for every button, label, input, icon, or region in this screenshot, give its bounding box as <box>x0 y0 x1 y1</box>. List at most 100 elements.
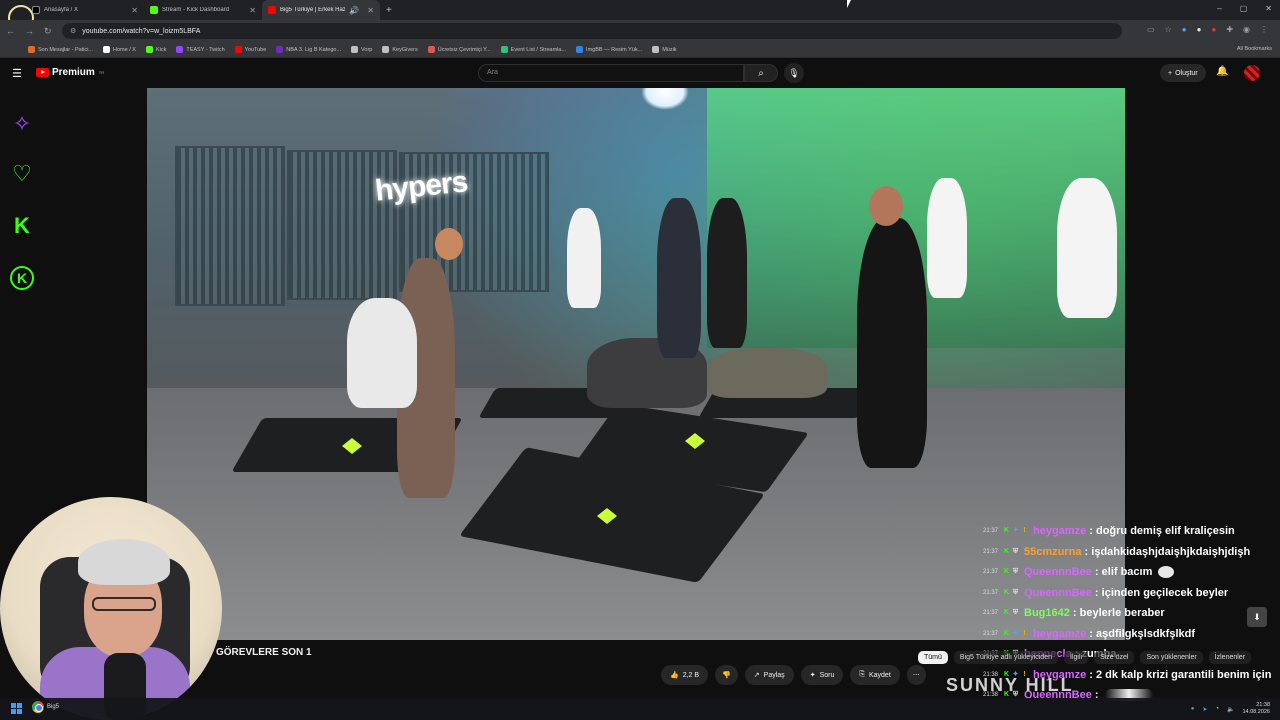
cast-icon[interactable]: ▭ <box>1147 25 1155 34</box>
hamburger-menu-icon[interactable]: ☰ <box>12 67 22 80</box>
mouse-cursor-icon <box>847 0 851 8</box>
voice-search-button[interactable]: 🎙 <box>784 63 804 83</box>
search-input[interactable]: Ara <box>478 64 744 82</box>
search-button[interactable]: ⌕ <box>744 64 778 82</box>
bookmark-item[interactable]: Vorp <box>351 46 372 53</box>
maximize-icon[interactable]: ▢ <box>1240 4 1248 13</box>
browser-tab[interactable]: Anasayfa / X ✕ <box>26 0 144 20</box>
close-tab-icon[interactable]: ✕ <box>249 6 256 15</box>
kick-badge-icon: K <box>1003 527 1010 535</box>
bookmark-item[interactable]: KeyGivers <box>382 46 418 53</box>
bookmark-item[interactable]: Kick <box>145 46 166 53</box>
bookmark-item[interactable]: Event List / Streamla... <box>500 46 566 53</box>
chat-emote-icon <box>1158 566 1175 579</box>
chat-text: 2 dk kalp krizi garantili benim için <box>1095 668 1272 681</box>
url-input[interactable]: ⚙ youtube.com/watch?v=w_loizm5LBFA <box>62 23 1122 39</box>
filter-chip[interactable]: Size özel <box>1094 651 1135 664</box>
dislike-button[interactable]: 👎 <box>715 665 738 685</box>
kick-badge-icon: K <box>1003 588 1010 596</box>
close-window-icon[interactable]: ✕ <box>1265 4 1272 13</box>
reload-icon[interactable]: ↻ <box>44 26 52 37</box>
more-actions-button[interactable]: ⋯ <box>906 665 926 685</box>
bookmark-item[interactable]: ImgBB — Resim Yük... <box>576 46 642 53</box>
chat-text: doğru demiş elif kraliçesin <box>1095 525 1235 538</box>
extension-icon[interactable]: ● <box>1197 25 1202 34</box>
new-tab-icon[interactable]: + <box>386 5 392 16</box>
wall-panel <box>175 146 285 306</box>
site-info-icon[interactable]: ⚙ <box>70 27 76 35</box>
bookmark-star-icon[interactable]: ☆ <box>1165 25 1172 34</box>
bookmark-item[interactable]: Home / X <box>103 46 136 53</box>
kick-badge-icon: K <box>1003 547 1010 555</box>
bookmark-item[interactable]: Son Mesajlar - Patici... <box>28 46 93 53</box>
youtube-premium-logo[interactable]: Premium TR <box>36 67 104 78</box>
browser-tab-bar: Anasayfa / X ✕ Stream - Kick Dashboard ✕… <box>0 0 1280 31</box>
browser-tab-active[interactable]: Big5 Türkiye | Erkek Hazırlı... 🔊 ✕ <box>262 0 380 20</box>
bookmark-item[interactable]: Ücretsiz Çevrimiçi Y... <box>427 46 491 53</box>
extension-icon[interactable]: ● <box>1211 25 1216 34</box>
chat-username[interactable]: Bug1642 <box>1024 607 1070 619</box>
filter-chip[interactable]: Son yüklenenler <box>1140 651 1203 664</box>
chat-message: 21:37 K ⛨ QueennnBee : içinden geçilecek be… <box>980 583 1280 604</box>
kick-badge-icon: K <box>1003 568 1010 576</box>
chat-scroll-down-button[interactable]: ⬇ <box>1247 607 1267 627</box>
bookmark-label: Ücretsiz Çevrimiçi Y... <box>437 46 491 53</box>
menu-dots-icon[interactable]: ⋮ <box>1260 25 1268 34</box>
bookmark-favicon-icon <box>351 46 359 53</box>
gift-badge-icon: ! <box>1023 527 1026 535</box>
bookmark-item[interactable]: NBA 3. Lig B Katego... <box>276 46 341 53</box>
windows-start-icon[interactable] <box>11 703 22 714</box>
filter-chip[interactable]: Big5 Türkiye adlı yükleyiciden <box>953 651 1058 664</box>
clock-time: 21:38 <box>1256 702 1270 708</box>
bookmark-item[interactable]: Müzik <box>652 46 677 53</box>
taskbar-chrome-app[interactable]: Big5 <box>32 701 59 713</box>
share-button[interactable]: ↗ Paylaş <box>744 665 794 685</box>
person-standing <box>657 198 701 358</box>
telegram-icon[interactable]: ➤ <box>1202 706 1207 713</box>
ask-button[interactable]: ✦ Soru <box>800 665 844 685</box>
profile-icon[interactable]: ◉ <box>1243 25 1250 34</box>
like-button[interactable]: 👍 2,2 B <box>661 665 709 685</box>
back-icon[interactable]: ← <box>6 26 15 36</box>
notifications-bell-icon[interactable]: 🔔 <box>1216 66 1228 77</box>
clock[interactable]: 21:38 14.08.2026 <box>1242 702 1270 716</box>
chrome-icon <box>32 701 44 713</box>
close-tab-icon[interactable]: ✕ <box>367 6 374 15</box>
chat-username[interactable]: heygamze <box>1033 525 1086 537</box>
minimize-icon[interactable]: – <box>1217 4 1221 13</box>
chat-username[interactable]: QueennnBee <box>1024 566 1092 578</box>
extension-icon[interactable]: ● <box>1182 25 1187 34</box>
extensions-puzzle-icon[interactable]: ✚ <box>1226 25 1233 34</box>
close-tab-icon[interactable]: ✕ <box>131 6 138 15</box>
chat-message: 21:37 K ⛨ QueennnBee : elif bacım <box>980 562 1280 583</box>
person-head <box>869 186 903 226</box>
bookmark-item[interactable]: TEASY - Twitch <box>176 46 225 53</box>
chat-username[interactable]: heygamze <box>1033 628 1086 640</box>
bookmark-icon: ⎘ <box>859 671 865 678</box>
forward-icon[interactable]: → <box>25 26 34 36</box>
moderator-badge-icon: ⛨ <box>1012 547 1019 555</box>
browser-tab[interactable]: Stream - Kick Dashboard ✕ <box>144 0 262 20</box>
bookmark-favicon-icon <box>176 46 184 53</box>
bookmark-favicon-icon <box>652 46 660 53</box>
chat-username[interactable]: QueennnBee <box>1024 587 1092 599</box>
tray-app-icon[interactable]: ● <box>1191 706 1195 712</box>
account-avatar[interactable] <box>1244 65 1260 81</box>
save-label: Kaydet <box>868 671 891 679</box>
filter-chip[interactable]: İlgili <box>1064 651 1089 664</box>
network-icon[interactable]: ◔ <box>1215 706 1219 712</box>
bookmark-favicon-icon <box>276 46 284 53</box>
audio-icon[interactable]: 🔊 <box>349 6 359 15</box>
video-player[interactable]: hypers <box>147 88 1125 640</box>
volume-icon[interactable]: 🔈 <box>1227 706 1234 713</box>
bookmark-favicon-icon <box>382 46 390 53</box>
bookmark-item[interactable]: YouTube <box>234 46 266 53</box>
tab-title: Big5 Türkiye | Erkek Hazırlı... <box>280 7 346 13</box>
filter-chip[interactable]: İzlenenler <box>1208 651 1252 664</box>
filter-chip[interactable]: Tümü <box>918 651 948 664</box>
chat-username[interactable]: 55cmzurna <box>1024 546 1081 558</box>
create-button[interactable]: + Oluştur <box>1160 64 1206 82</box>
chat-separator: : <box>1086 525 1096 538</box>
all-bookmarks-button[interactable]: All Bookmarks <box>1237 46 1272 52</box>
save-button[interactable]: ⎘ Kaydet <box>850 665 900 685</box>
